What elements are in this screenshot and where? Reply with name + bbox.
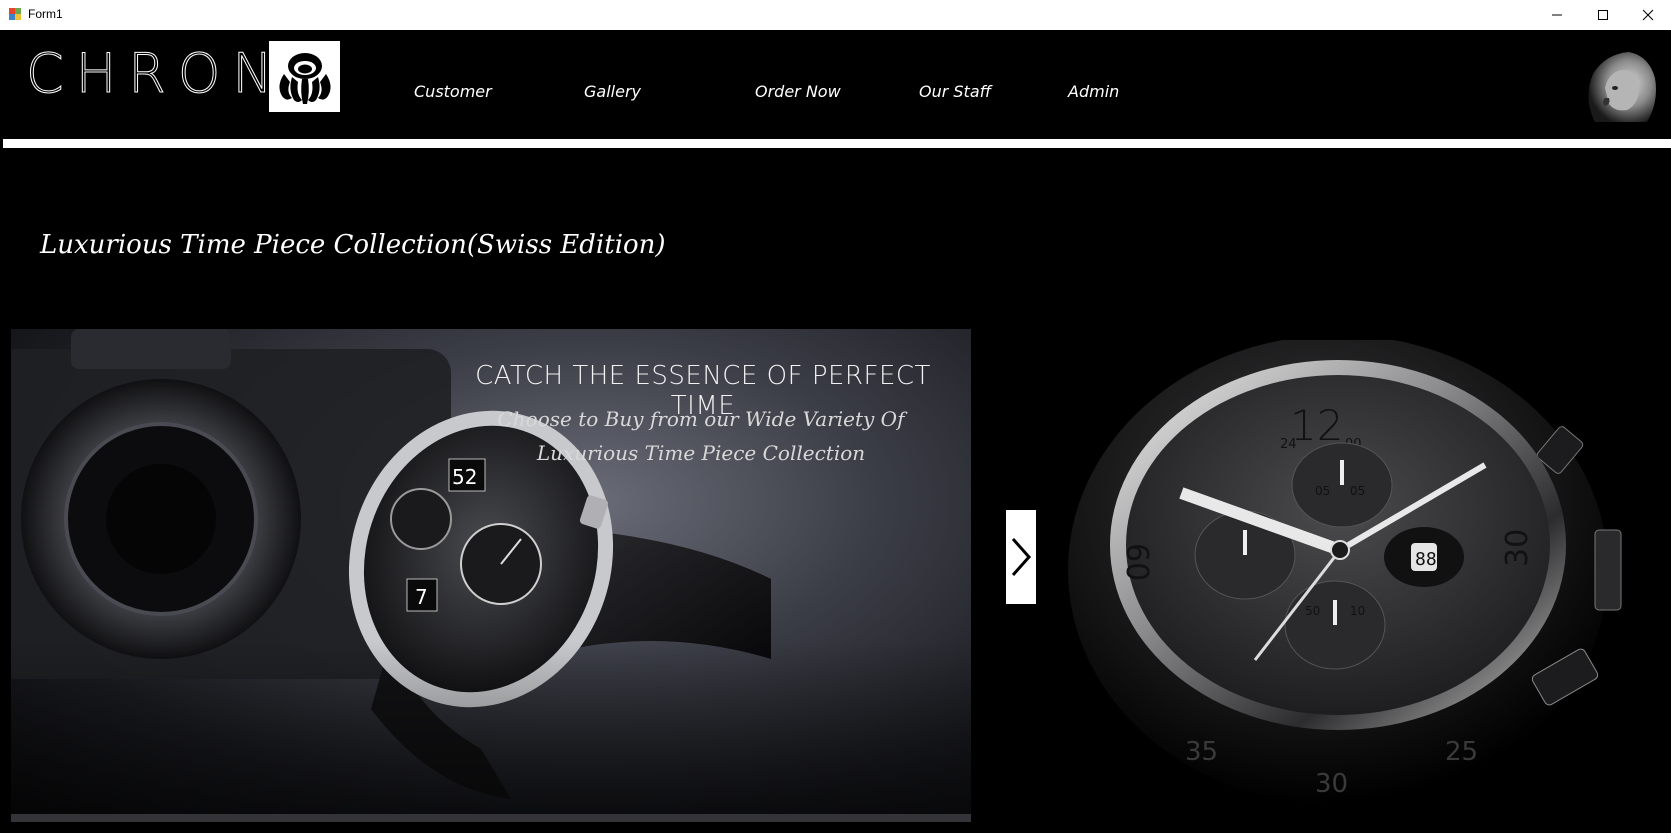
- app-icon: [8, 7, 22, 21]
- svg-text:30: 30: [1315, 769, 1348, 799]
- window-title: Form1: [28, 7, 63, 21]
- nav-our-staff[interactable]: Our Staff: [919, 82, 991, 101]
- svg-text:24: 24: [1280, 437, 1297, 452]
- maximize-icon: [1598, 10, 1608, 20]
- octopus-logo-icon: [278, 52, 331, 104]
- nav-customer[interactable]: Customer: [414, 82, 492, 101]
- svg-text:25: 25: [1445, 737, 1478, 767]
- svg-text:10: 10: [1350, 604, 1365, 618]
- nav-order-now[interactable]: Order Now: [755, 82, 841, 101]
- next-slide-button[interactable]: [1006, 510, 1036, 604]
- slide-subline-2: Luxurious Time Piece Collection: [536, 441, 866, 465]
- slideshow-image: 52 7 CATCH THE ESSENCE OF PERFECT TIME C…: [11, 329, 971, 821]
- slide-bottom-bar: [11, 814, 971, 822]
- svg-text:05: 05: [1315, 484, 1330, 498]
- nav-admin[interactable]: Admin: [1068, 82, 1119, 101]
- svg-text:7: 7: [415, 585, 428, 609]
- minimize-button[interactable]: [1534, 0, 1580, 30]
- logo-mark: [269, 41, 340, 112]
- close-button[interactable]: [1625, 0, 1671, 30]
- svg-text:35: 35: [1185, 737, 1218, 767]
- svg-text:52: 52: [452, 465, 477, 489]
- slide-reflection: [11, 641, 971, 821]
- chevron-right-icon: [1011, 538, 1032, 576]
- page-heading: Luxurious Time Piece Collection(Swiss Ed…: [40, 230, 666, 260]
- window-title-bar: Form1: [0, 0, 1671, 30]
- svg-text:30: 30: [1500, 529, 1535, 567]
- chronograph-watch-image: 12 24 00 60 30 05 05 50 10 88 35 30 25: [1068, 340, 1622, 805]
- lion-icon[interactable]: [1575, 48, 1659, 126]
- close-icon: [1642, 9, 1654, 21]
- svg-text:88: 88: [1415, 549, 1437, 570]
- svg-text:12: 12: [1290, 401, 1343, 450]
- header-divider: [3, 139, 1671, 148]
- svg-text:50: 50: [1305, 604, 1320, 618]
- svg-text:05: 05: [1350, 484, 1365, 498]
- nav-gallery[interactable]: Gallery: [584, 82, 641, 101]
- maximize-button[interactable]: [1580, 0, 1626, 30]
- slide-subline-1: Choose to Buy from our Wide Variety Of: [497, 407, 905, 431]
- svg-text:60: 60: [1119, 543, 1154, 581]
- minimize-icon: [1552, 14, 1562, 16]
